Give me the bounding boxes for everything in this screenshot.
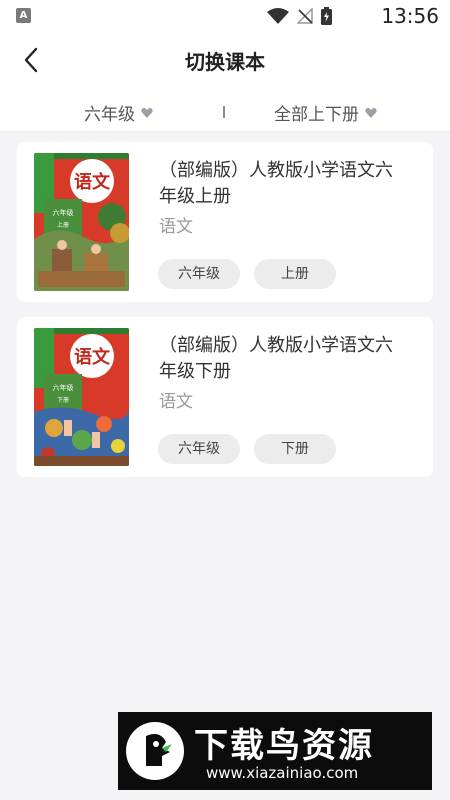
- app-notification-icon: A: [16, 8, 31, 23]
- book-cover-image: 语文 六年级 下册: [34, 328, 129, 466]
- page-title: 切换课本: [185, 50, 265, 74]
- grade-tag: 六年级: [158, 434, 240, 464]
- volume-tag: 上册: [254, 259, 336, 289]
- volume-tag: 下册: [254, 434, 336, 464]
- filter-divider: [223, 106, 225, 118]
- cover-grade-text: 六年级: [53, 383, 74, 392]
- bird-logo-icon: [126, 722, 184, 780]
- book-subject: 语文: [159, 392, 193, 412]
- book-card[interactable]: 语文 六年级 下册 （部编版）人教版小学语文六年级下册 语文 六年级 下册: [17, 317, 433, 477]
- watermark-url: www.xiazainiao.com: [206, 764, 359, 782]
- cover-badge-text: 语文: [74, 346, 111, 368]
- grade-filter-dropdown[interactable]: 六年级: [84, 100, 153, 125]
- app-header: 切换课本: [0, 32, 450, 88]
- volume-filter-label: 全部上下册: [274, 105, 359, 125]
- grade-filter-label: 六年级: [84, 105, 135, 125]
- watermark-title: 下载鸟资源: [194, 726, 374, 766]
- watermark-banner: 下载鸟资源 www.xiazainiao.com: [118, 712, 432, 790]
- cover-grade-text: 六年级: [53, 208, 74, 217]
- book-card[interactable]: 语文 六年级 上册 （部编版）人教版小学语文六年级上册 语文 六年级 上册: [17, 142, 433, 302]
- no-signal-icon: [297, 8, 313, 24]
- status-bar: A 13:56: [0, 0, 450, 32]
- book-title: （部编版）人教版小学语文六年级上册: [159, 160, 393, 207]
- heart-dropdown-icon: [365, 107, 377, 118]
- book-subject: 语文: [159, 217, 193, 237]
- heart-dropdown-icon: [141, 107, 153, 118]
- cover-badge-text: 语文: [74, 171, 111, 193]
- wifi-icon: [267, 7, 289, 24]
- volume-filter-dropdown[interactable]: 全部上下册: [274, 100, 377, 125]
- book-title: （部编版）人教版小学语文六年级下册: [159, 335, 393, 382]
- status-time: 13:56: [381, 4, 439, 28]
- filter-bar: 六年级 全部上下册: [0, 88, 450, 132]
- status-icons: [267, 7, 332, 25]
- cover-volume-text: 下册: [57, 397, 69, 404]
- cover-volume-text: 上册: [57, 221, 69, 229]
- battery-charging-icon: [321, 7, 332, 25]
- grade-tag: 六年级: [158, 259, 240, 289]
- book-cover-image: 语文 六年级 上册: [34, 153, 129, 291]
